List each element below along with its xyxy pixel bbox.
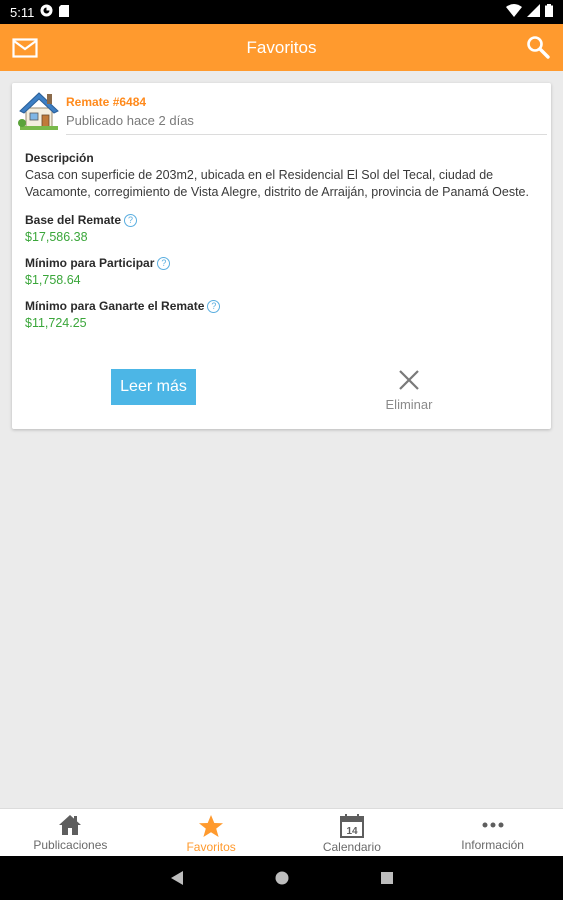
nav-label: Información — [461, 838, 524, 852]
help-icon[interactable]: ? — [124, 213, 138, 227]
search-button[interactable] — [525, 34, 551, 60]
card-header: Remate #6484 Publicado hace 2 días — [12, 83, 551, 135]
page-title: Favoritos — [246, 37, 317, 57]
content-area: Remate #6484 Publicado hace 2 días Descr… — [0, 71, 563, 808]
card-body: Descripción Casa con superficie de 203m2… — [25, 151, 539, 330]
app-bar: Favoritos — [0, 24, 563, 71]
nav-publicaciones[interactable]: Publicaciones — [0, 809, 141, 856]
home-icon — [59, 815, 82, 835]
description-label: Descripción — [25, 151, 94, 165]
back-icon[interactable] — [170, 870, 184, 886]
field-value: $11,724.25 — [25, 316, 87, 330]
help-icon[interactable]: ? — [207, 299, 221, 313]
system-nav-bar — [0, 856, 563, 900]
nav-label: Calendario — [322, 840, 381, 854]
nav-label: Publicaciones — [33, 838, 108, 852]
star-icon — [199, 815, 224, 837]
sd-card-icon — [59, 4, 70, 20]
auction-card: Remate #6484 Publicado hace 2 días Descr… — [12, 83, 551, 429]
notification-icon — [40, 4, 53, 20]
more-icon — [482, 822, 504, 828]
nav-calendario[interactable]: 14 Calendario — [282, 809, 423, 856]
bottom-nav: Publicaciones Favoritos 14 Calendario In… — [0, 808, 563, 856]
calendar-icon: 14 — [339, 814, 364, 838]
field-label: Mínimo para Ganarte el Remate — [25, 299, 205, 313]
delete-button[interactable]: Eliminar — [377, 368, 441, 418]
field-label: Mínimo para Participar — [25, 256, 155, 270]
read-more-button[interactable]: Leer más — [111, 369, 196, 405]
wifi-icon — [506, 4, 522, 20]
delete-label: Eliminar — [385, 397, 433, 412]
nav-informacion[interactable]: Información — [422, 809, 563, 856]
calendar-day: 14 — [346, 826, 358, 837]
nav-favoritos[interactable]: Favoritos — [141, 809, 282, 856]
field-min-participar: Mínimo para Participar ? $1,758.64 — [25, 256, 539, 287]
mail-icon — [11, 37, 38, 58]
status-bar: 5:11 — [0, 0, 563, 24]
house-icon — [18, 88, 62, 132]
field-value: $17,586.38 — [25, 230, 88, 244]
mail-button[interactable] — [11, 35, 38, 60]
close-icon — [399, 370, 419, 390]
status-time: 5:11 — [10, 4, 35, 20]
battery-icon — [545, 4, 553, 20]
field-value: $1,758.64 — [25, 273, 81, 287]
help-icon[interactable]: ? — [157, 256, 171, 270]
divider — [66, 134, 547, 135]
recents-icon[interactable] — [380, 871, 394, 885]
search-icon — [527, 36, 550, 59]
field-label: Base del Remate — [25, 213, 122, 227]
field-base: Base del Remate ? $17,586.38 — [25, 213, 539, 244]
description-text: Casa con superficie de 203m2, ubicada en… — [25, 168, 529, 199]
auction-title: Remate #6484 — [66, 95, 147, 109]
published-time: Publicado hace 2 días — [66, 113, 194, 128]
field-min-ganar: Mínimo para Ganarte el Remate ? $11,724.… — [25, 299, 539, 330]
nav-label: Favoritos — [186, 840, 236, 854]
signal-icon — [527, 4, 540, 20]
home-circle-icon[interactable] — [274, 870, 290, 886]
